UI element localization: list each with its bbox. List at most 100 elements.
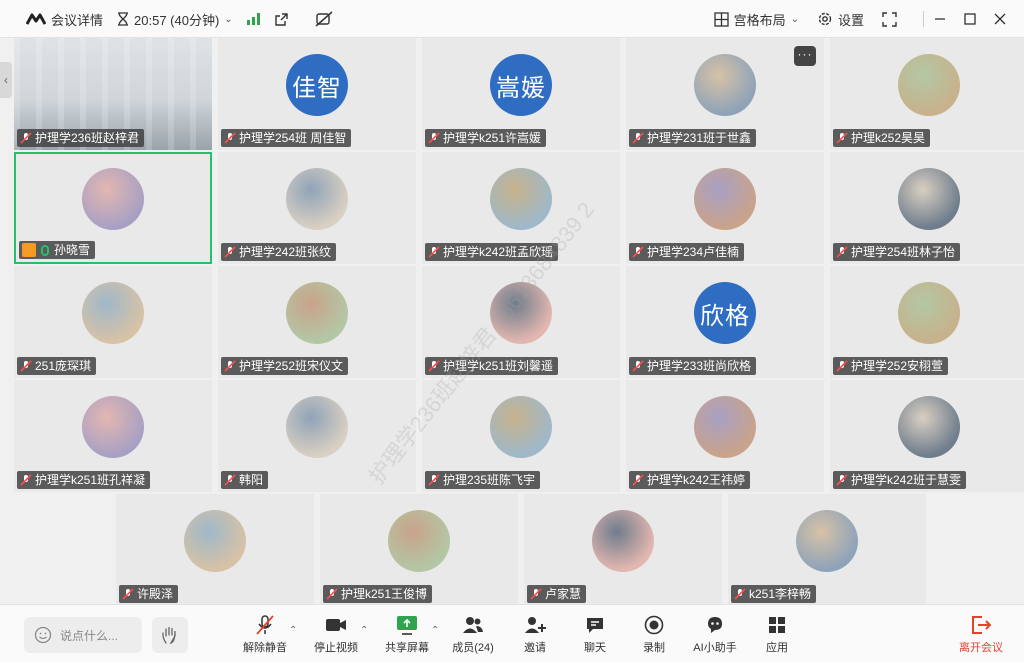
gear-icon xyxy=(818,12,832,26)
participant-name-tag: 护理学k242班孟欣瑶 xyxy=(425,243,559,261)
participant-name: 护理学k242王祎婷 xyxy=(647,473,746,487)
members-button[interactable]: 成员(24) xyxy=(444,613,502,659)
participant-tile[interactable]: 护理学236班赵梓君 xyxy=(14,38,212,150)
more-options-button[interactable]: ··· xyxy=(794,46,816,66)
participant-tile[interactable]: 护理235班陈飞宇 xyxy=(422,380,620,492)
settings-label: 设置 xyxy=(837,12,864,28)
microphone-muted-icon xyxy=(632,246,644,258)
participant-name-tag: 护理学k251班孔祥凝 xyxy=(17,471,151,489)
close-icon[interactable] xyxy=(994,13,1006,25)
microphone-muted-icon xyxy=(122,588,134,600)
fullscreen-icon[interactable] xyxy=(882,11,897,27)
invite-button[interactable]: 邀请 xyxy=(506,613,564,659)
layout-label: 宫格布局 xyxy=(733,12,786,28)
participant-name-tag: 护理学236班赵梓君 xyxy=(17,129,145,147)
participant-name-tag: 护理k252昊昊 xyxy=(833,129,931,147)
microphone-muted-icon xyxy=(734,588,746,600)
mute-all-icon[interactable] xyxy=(315,11,333,27)
network-signal-icon[interactable] xyxy=(246,13,260,25)
chevron-up-icon[interactable]: ⌃ xyxy=(431,625,439,636)
chat-bubble-icon xyxy=(587,618,603,633)
collapse-sidebar-button[interactable]: ‹ xyxy=(0,62,12,98)
participant-tile[interactable]: 护理学234卢佳楠 xyxy=(626,152,824,264)
microphone-muted-icon xyxy=(632,132,644,144)
participant-tile[interactable]: 嵩媛 护理学k251许嵩媛 xyxy=(422,38,620,150)
black-cat-avatar xyxy=(490,396,552,458)
microphone-muted-icon xyxy=(224,246,236,258)
unmute-button[interactable]: 解除静音 xyxy=(236,613,294,659)
meeting-timer[interactable]: 20:57 (40分钟) ⌄ xyxy=(117,10,233,29)
participant-name: 护理学234卢佳楠 xyxy=(647,245,740,259)
participant-name-tag: 护理学k242王祎婷 xyxy=(629,471,751,489)
chat-button[interactable]: 聊天 xyxy=(566,613,624,659)
girl-glasses-avatar xyxy=(490,168,552,230)
raise-hand-icon xyxy=(162,626,176,645)
participant-name-tag: 护理学252安栩萱 xyxy=(833,357,949,375)
layout-button[interactable]: 宫格布局 ⌄ xyxy=(713,10,799,29)
settings-button[interactable]: 设置 xyxy=(817,10,864,29)
participant-name: 韩阳 xyxy=(239,473,264,487)
participant-name: 护理学231班于世鑫 xyxy=(647,131,752,145)
participant-tile[interactable]: 欣格 护理学233班尚欣格 xyxy=(626,266,824,378)
microphone-muted-icon xyxy=(836,132,848,144)
participant-name: 孙晓雪 xyxy=(54,243,91,257)
participant-name-tag: 护理学233班尚欣格 xyxy=(629,357,757,375)
participant-tile[interactable]: 许殿泽 xyxy=(116,494,314,606)
participant-tile[interactable]: 护理学k242班孟欣瑶 xyxy=(422,152,620,264)
participant-tile[interactable]: 护理k252昊昊 xyxy=(830,38,1024,150)
leave-meeting-button[interactable]: 离开会议 xyxy=(952,613,1010,659)
microphone-muted-icon xyxy=(632,360,644,372)
microphone-muted-icon xyxy=(224,132,236,144)
participant-tile[interactable]: 护理学254班林子怡 xyxy=(830,152,1024,264)
participant-tile[interactable]: 孙晓雪 xyxy=(14,152,212,264)
chevron-up-icon[interactable]: ⌃ xyxy=(360,625,368,636)
participant-tile[interactable]: 护理学k242班于慧雯 xyxy=(830,380,1024,492)
participant-tile[interactable]: 卢家慧 xyxy=(524,494,722,606)
ai-assistant-icon xyxy=(708,617,722,633)
stop-video-label: 停止视频 xyxy=(314,642,358,654)
meeting-details-button[interactable]: 会议详情 xyxy=(26,10,103,29)
participant-name: 卢家慧 xyxy=(545,587,582,601)
participant-tile[interactable]: 韩阳 xyxy=(218,380,416,492)
participant-tile[interactable]: k251李梓畅 xyxy=(728,494,926,606)
participant-tile[interactable]: 护理学k251班孔祥凝 xyxy=(14,380,212,492)
participant-tile[interactable]: 护理学252班宋仪文 xyxy=(218,266,416,378)
participant-name-tag: 护理学254班 周佳智 xyxy=(221,129,352,147)
microphone-muted-icon xyxy=(256,615,274,635)
chevron-left-icon: ‹ xyxy=(4,73,8,87)
tencent-meeting-logo-icon xyxy=(26,13,46,25)
quick-chat-input[interactable]: 说点什么... xyxy=(24,617,142,653)
participant-tile[interactable]: ··· 护理学231班于世鑫 xyxy=(626,38,824,150)
record-label: 录制 xyxy=(643,642,665,654)
video-camera-icon xyxy=(326,619,346,631)
apps-button[interactable]: 应用 xyxy=(748,613,806,659)
minimize-icon[interactable] xyxy=(934,13,946,25)
participant-name: 护理学k251班刘馨遥 xyxy=(443,359,554,373)
participant-name-tag: 护理学k251班刘馨遥 xyxy=(425,357,559,375)
exit-door-icon xyxy=(972,616,992,634)
avatar-initials: 嵩媛 xyxy=(490,54,552,116)
participant-tile[interactable]: 251庞琛琪 xyxy=(14,266,212,378)
ai-assistant-button[interactable]: AI小助手 xyxy=(686,613,744,659)
participant-name: 护理学k251班孔祥凝 xyxy=(35,473,146,487)
girl-beanie-avatar xyxy=(184,510,246,572)
raise-hand-button[interactable] xyxy=(152,617,188,653)
invite-user-icon xyxy=(525,617,546,633)
bear-sketch-avatar xyxy=(898,282,960,344)
microphone-active-icon xyxy=(41,244,49,256)
external-link-icon[interactable] xyxy=(274,12,289,27)
participant-tile[interactable]: 护理学k242王祎婷 xyxy=(626,380,824,492)
participant-tile[interactable]: 护理k251王俊博 xyxy=(320,494,518,606)
maximize-icon[interactable] xyxy=(964,13,976,25)
participant-tile[interactable]: 护理学242班张纹 xyxy=(218,152,416,264)
chevron-up-icon[interactable]: ⌃ xyxy=(289,625,297,636)
record-button[interactable]: 录制 xyxy=(625,613,683,659)
share-screen-button[interactable]: 共享屏幕 xyxy=(378,613,436,659)
chevron-down-icon: ⌄ xyxy=(224,13,233,25)
participant-name: 护理学k242班于慧雯 xyxy=(851,473,962,487)
participant-tile[interactable]: 护理学k251班刘馨遥 xyxy=(422,266,620,378)
participant-tile[interactable]: 佳智 护理学254班 周佳智 xyxy=(218,38,416,150)
stop-video-button[interactable]: 停止视频 xyxy=(307,613,365,659)
bottom-toolbar: 说点什么... 解除静音 ⌃ 停止视频 ⌃ 共享屏幕 ⌃ 成员(24) 邀请 聊… xyxy=(0,604,1024,662)
participant-tile[interactable]: 护理学252安栩萱 xyxy=(830,266,1024,378)
